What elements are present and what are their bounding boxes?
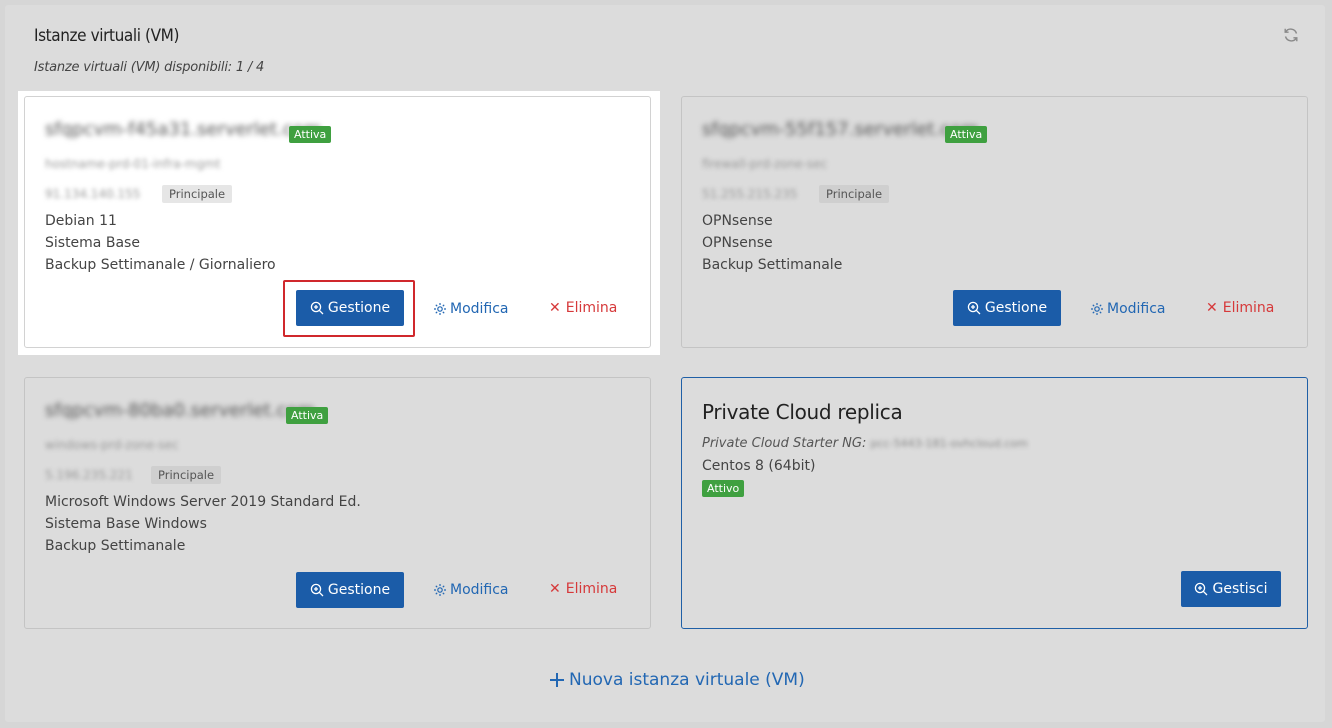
gestisci-button[interactable]: Gestisci <box>1181 571 1281 607</box>
refresh-icon[interactable] <box>1282 26 1300 44</box>
private-cloud-sub-label: Private Cloud Starter NG: <box>702 436 867 451</box>
status-badge: Attivo <box>702 480 745 497</box>
vm-description: windows-prd-zone-sec <box>45 438 179 452</box>
edit-label: Modifica <box>1107 301 1166 317</box>
edit-link[interactable]: Modifica <box>1090 301 1166 317</box>
manage-button[interactable]: Gestione <box>953 290 1061 326</box>
status-badge: Attiva <box>286 407 329 424</box>
zoom-in-icon <box>967 301 981 315</box>
vm-card: sfqpcvm-55f157.serverlet.com Attiva fire… <box>681 96 1308 348</box>
vm-os: Debian 11 <box>45 213 117 229</box>
zoom-in-icon <box>310 583 324 597</box>
manage-label: Gestione <box>984 300 1048 316</box>
ip-tag: Principale <box>819 185 890 203</box>
delete-label: Elimina <box>1222 300 1275 316</box>
vm-ip: 5.196.235.221 <box>45 468 133 482</box>
vm-hostname: sfqpcvm-f45a31.serverlet.com <box>45 119 322 140</box>
delete-link[interactable]: ✕ Elimina <box>549 581 617 597</box>
close-icon: ✕ <box>549 581 561 597</box>
close-icon: ✕ <box>1206 300 1218 316</box>
zoom-in-icon <box>1195 582 1208 596</box>
vm-hostname: sfqpcvm-80ba0.serverlet.com <box>45 400 315 421</box>
ip-tag: Principale <box>151 466 222 484</box>
status-badge: Attiva <box>945 126 988 143</box>
vm-plan: Sistema Base Windows <box>45 516 207 532</box>
edit-link[interactable]: Modifica <box>433 301 509 317</box>
vm-plan: Sistema Base <box>45 235 140 251</box>
delete-link[interactable]: ✕ Elimina <box>1206 300 1274 316</box>
gear-icon <box>434 303 446 315</box>
vm-backup: Backup Settimanale / Giornaliero <box>45 257 276 273</box>
panel-subtitle: Istanze virtuali (VM) disponibili: 1 / 4 <box>34 60 265 75</box>
vm-plan: OPNsense <box>702 235 773 251</box>
vm-card: sfqpcvm-80ba0.serverlet.com Attiva windo… <box>24 377 651 629</box>
private-cloud-subtitle: Private Cloud Starter NG: pcc-5443-181-o… <box>702 436 1028 451</box>
status-badge: Attiva <box>289 126 332 143</box>
edit-label: Modifica <box>450 301 509 317</box>
vm-os: Microsoft Windows Server 2019 Standard E… <box>45 494 361 510</box>
manage-label: Gestione <box>327 582 391 598</box>
new-vm-label: Nuova istanza virtuale (VM) <box>569 670 805 690</box>
delete-link[interactable]: ✕ Elimina <box>549 300 617 316</box>
delete-label: Elimina <box>565 581 618 597</box>
vm-ip: 51.255.215.235 <box>702 187 798 201</box>
close-icon: ✕ <box>549 300 561 316</box>
vm-ip: 91.134.140.155 <box>45 187 141 201</box>
vm-description: firewall-prd-zone-sec <box>702 157 828 171</box>
ip-tag: Principale <box>162 185 233 203</box>
vm-backup: Backup Settimanale <box>45 538 186 554</box>
manage-button[interactable]: Gestione <box>296 572 404 608</box>
panel-title: Istanze virtuali (VM) <box>34 26 180 46</box>
private-cloud-card: Private Cloud replica Private Cloud Star… <box>681 377 1308 629</box>
gear-icon <box>1091 303 1103 315</box>
private-cloud-title: Private Cloud replica <box>702 400 903 424</box>
plus-icon <box>550 673 564 687</box>
edit-label: Modifica <box>450 582 509 598</box>
vm-os: OPNsense <box>702 213 773 229</box>
private-cloud-sub-value: pcc-5443-181-ovhcloud.com <box>870 437 1028 450</box>
new-vm-link[interactable]: Nuova istanza virtuale (VM) <box>549 670 805 690</box>
delete-label: Elimina <box>565 300 618 316</box>
gear-icon <box>434 584 446 596</box>
vm-backup: Backup Settimanale <box>702 257 843 273</box>
vm-hostname: sfqpcvm-55f157.serverlet.com <box>702 119 979 140</box>
private-cloud-os: Centos 8 (64bit) <box>702 458 816 474</box>
gestisci-label: Gestisci <box>1212 581 1268 597</box>
highlight-box <box>283 280 415 337</box>
vm-description: hostname-prd-01-infra-mgmt <box>45 157 221 171</box>
edit-link[interactable]: Modifica <box>433 582 509 598</box>
